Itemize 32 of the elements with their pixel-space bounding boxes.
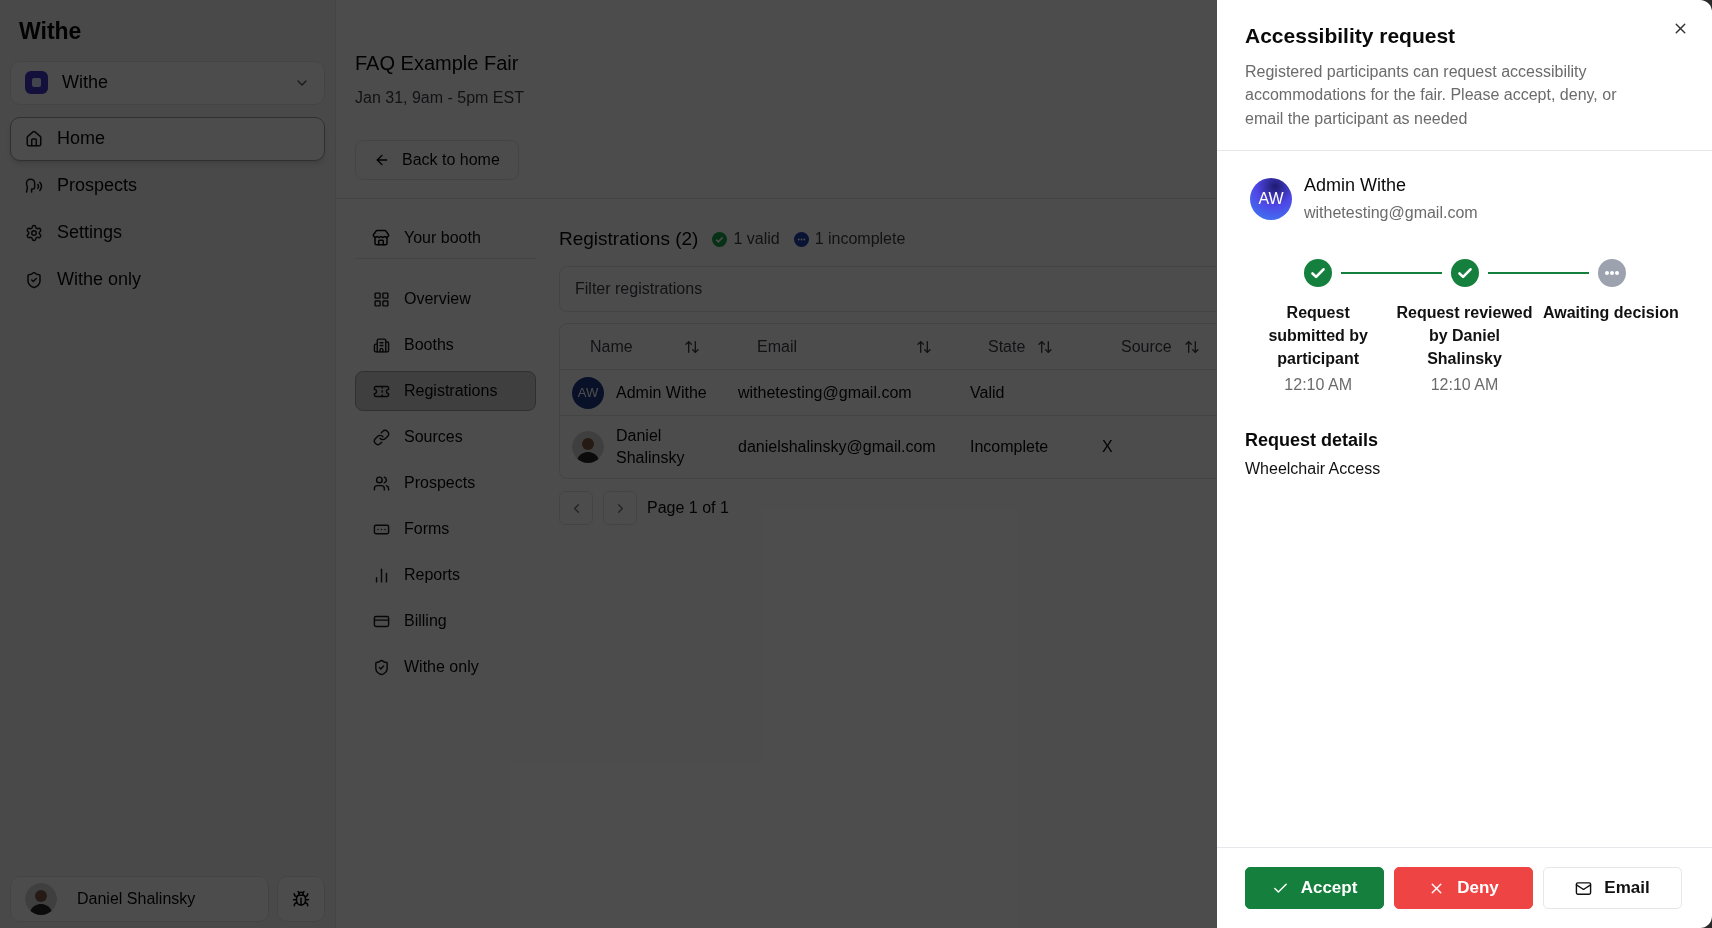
status-summary: 1 incomplete bbox=[814, 229, 906, 249]
booth-nav-header: Your booth bbox=[404, 227, 481, 248]
accept-button[interactable]: Accept bbox=[1245, 867, 1384, 909]
table-cell: withetesting@gmail.com bbox=[738, 383, 912, 401]
table-cell-text: Admin Withe bbox=[616, 382, 708, 403]
email-button[interactable]: Email bbox=[1543, 867, 1682, 909]
modal-overlay[interactable] bbox=[0, 0, 1217, 928]
mail-icon bbox=[1575, 879, 1593, 897]
deny-button[interactable]: Deny bbox=[1394, 867, 1533, 909]
status-summary: 1 valid bbox=[733, 229, 780, 249]
details-heading: Request details bbox=[1245, 429, 1380, 452]
step-time: 12:10 AM bbox=[1284, 375, 1352, 395]
details-value: Wheelchair Access bbox=[1245, 459, 1382, 479]
app-title: Withe bbox=[18, 17, 83, 46]
event-date: Jan 31, 9am - 5pm EST bbox=[355, 88, 524, 108]
table-cell: danielshalinsky@gmail.com bbox=[738, 438, 936, 455]
registrations-title: Registrations (2) bbox=[559, 226, 699, 251]
panel-title: Accessibility request bbox=[1245, 23, 1457, 49]
participant-name: Admin Withe bbox=[1304, 174, 1408, 197]
table-cell: X bbox=[1102, 438, 1113, 455]
avatar: AW bbox=[1250, 177, 1292, 220]
table-cell-text: Daniel Shalinsky bbox=[616, 426, 686, 468]
event-title: FAQ Example Fair bbox=[355, 51, 519, 76]
step-label: Request reviewed by Daniel Shalinsky bbox=[1395, 303, 1534, 369]
table-cell: Valid bbox=[970, 383, 1005, 401]
panel-description: Registered participants can request accessibility accommodations for the fair. Please accept, deny, or email the participant as needed bbox=[1245, 61, 1618, 129]
step-label: Request submitted by participant bbox=[1267, 303, 1369, 369]
step-time: 12:10 AM bbox=[1430, 375, 1499, 395]
table-cell: Incomplete bbox=[970, 438, 1049, 455]
step-label: Awaiting decision bbox=[1541, 303, 1680, 323]
pagination-label: Page 1 of 1 bbox=[647, 498, 729, 518]
participant-email: withetesting@gmail.com bbox=[1304, 203, 1478, 223]
